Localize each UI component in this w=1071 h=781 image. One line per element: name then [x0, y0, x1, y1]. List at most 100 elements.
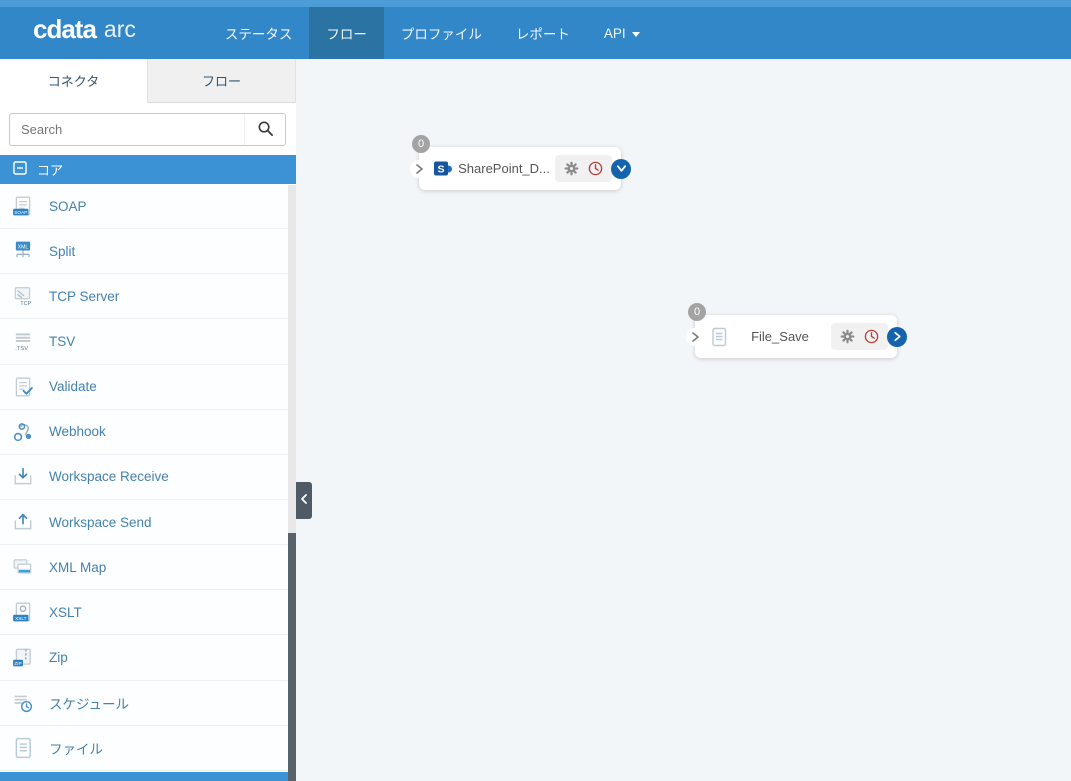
connector-list-item[interactable]: スケジュール: [0, 680, 288, 726]
connector-list-item[interactable]: XML Map: [0, 545, 288, 591]
nav-item-API[interactable]: API: [587, 7, 657, 59]
flow-node-File_Save[interactable]: 0 File_Save: [686, 303, 907, 358]
connector-list-item[interactable]: Webhook: [0, 409, 288, 455]
connector-list-item[interactable]: TCP TCP Server: [0, 274, 288, 320]
sidebar-tabbar: コネクタ フロー: [0, 59, 296, 103]
node-expand-button[interactable]: [611, 158, 631, 179]
nav-item-label: ステータス: [224, 27, 293, 42]
connector-label: TSV: [49, 333, 76, 349]
caret-down-icon: [631, 31, 640, 37]
connector-label: Webhook: [49, 424, 106, 440]
soap-document-icon: SOAP: [12, 195, 34, 217]
validate-document-icon: [12, 376, 34, 398]
xslt-document-icon: XSLT: [12, 601, 34, 623]
chevron-left-icon: [299, 492, 309, 510]
sidebar-next-section-bar[interactable]: [0, 772, 288, 781]
connector-list-item[interactable]: ファイル: [0, 725, 288, 771]
node-input-port[interactable]: [410, 159, 428, 178]
xml-map-icon: [12, 556, 34, 578]
connector-label: スケジュール: [49, 696, 130, 712]
connector-label: Validate: [49, 379, 97, 395]
node-input-port[interactable]: [686, 327, 704, 346]
nav-item-label: API: [603, 25, 626, 41]
connector-list-item[interactable]: SOAP SOAP: [0, 184, 288, 230]
flow-node-SharePoint_D...[interactable]: 0 S SharePoint_D...: [410, 135, 631, 190]
search-input[interactable]: [10, 114, 244, 145]
connector-list-item[interactable]: XSLT XSLT: [0, 590, 288, 636]
nav-item-フロー[interactable]: フロー: [309, 7, 384, 59]
connector-label: Split: [49, 243, 76, 259]
connector-label: XML Map: [49, 559, 107, 575]
cdata-arc-logo[interactable]: cdata arc: [33, 0, 136, 59]
nav-item-label: フロー: [326, 27, 367, 42]
connector-label: Zip: [49, 649, 68, 665]
connector-sidebar: コネクタ フロー コア SOAP SOAP XML Split TCP TCP …: [0, 59, 296, 781]
node-label: File_Save: [751, 329, 809, 344]
chevron-right-circle-icon: [893, 331, 901, 342]
tsv-document-icon: .TSV: [12, 330, 34, 352]
message-count-badge: 0: [688, 303, 706, 321]
nav-item-ステータス[interactable]: ステータス: [208, 7, 310, 59]
connector-label: Workspace Receive: [49, 469, 169, 485]
flow-canvas[interactable]: 0 S SharePoint_D... 0 File_Save: [296, 59, 1071, 781]
schedule-clock-icon[interactable]: [863, 328, 880, 345]
chevron-right-icon: [415, 163, 423, 174]
connector-list-item[interactable]: .TSV TSV: [0, 319, 288, 365]
node-actions-group: [831, 323, 888, 350]
sidebar-tab-label: フロー: [201, 74, 241, 89]
connector-label: XSLT: [49, 604, 82, 620]
connector-list: SOAP SOAP XML Split TCP TCP Server .TSV …: [0, 184, 288, 771]
top-navbar: cdata arc ステータス フロー プロファイル レポート API: [0, 0, 1071, 59]
connector-label: Workspace Send: [49, 514, 152, 530]
minus-square-icon: [13, 161, 27, 178]
sidebar-search-row: [0, 103, 296, 155]
search-button[interactable]: [244, 114, 285, 145]
sidebar-tab-コネクタ[interactable]: コネクタ: [0, 59, 148, 103]
svg-text:ZIP: ZIP: [14, 661, 21, 667]
sidebar-scrollbar-thumb[interactable]: [288, 533, 296, 781]
settings-gear-icon[interactable]: [839, 328, 856, 345]
split-icon: XML: [12, 240, 34, 262]
svg-text:S: S: [437, 163, 444, 175]
sidebar-tab-フロー[interactable]: フロー: [148, 59, 296, 103]
navbar-top-highlight: [0, 0, 1071, 7]
logo-product-text: arc: [103, 16, 136, 42]
zip-icon: ZIP: [12, 646, 34, 668]
logo-brand-text: cdata: [33, 14, 97, 44]
connector-list-item[interactable]: Validate: [0, 364, 288, 410]
nav-item-label: プロファイル: [400, 27, 482, 42]
connector-label: TCP Server: [49, 288, 120, 304]
file-document-icon: [709, 327, 729, 347]
sidebar-tab-label: コネクタ: [47, 74, 100, 89]
nav-item-プロファイル[interactable]: プロファイル: [384, 7, 499, 59]
svg-text:.TSV: .TSV: [15, 346, 28, 352]
settings-gear-icon[interactable]: [563, 160, 580, 177]
svg-text:SOAP: SOAP: [14, 210, 27, 216]
nav-item-レポート[interactable]: レポート: [499, 7, 587, 59]
svg-text:XML: XML: [18, 245, 29, 251]
chevron-right-icon: [691, 331, 699, 342]
svg-text:XSLT: XSLT: [15, 616, 27, 622]
connector-list-item[interactable]: XML Split: [0, 229, 288, 275]
chevron-down-circle-icon: [616, 165, 626, 172]
workspace-receive-icon: [12, 466, 34, 488]
node-expand-button[interactable]: [887, 326, 907, 347]
connector-list-item[interactable]: Workspace Send: [0, 499, 288, 546]
workspace-send-icon: [12, 511, 34, 533]
schedule-clock-icon[interactable]: [587, 160, 604, 177]
sidebar-section-core[interactable]: コア: [0, 155, 296, 184]
section-label: コア: [37, 163, 64, 178]
node-actions-group: [555, 155, 612, 182]
sharepoint-icon: S: [433, 159, 453, 179]
webhook-icon: [12, 421, 34, 443]
connector-list-item[interactable]: ZIP Zip: [0, 635, 288, 681]
connector-list-item[interactable]: Workspace Receive: [0, 454, 288, 500]
search-icon: [257, 120, 274, 140]
sidebar-scrollbar-track: [288, 185, 296, 781]
schedule-icon: [12, 692, 34, 714]
main-nav-menu: ステータス フロー プロファイル レポート API: [208, 0, 657, 59]
file-document-icon: [12, 737, 34, 759]
sidebar-collapse-handle[interactable]: [296, 482, 312, 519]
search-group: [9, 113, 286, 146]
node-label: SharePoint_D...: [458, 161, 550, 176]
